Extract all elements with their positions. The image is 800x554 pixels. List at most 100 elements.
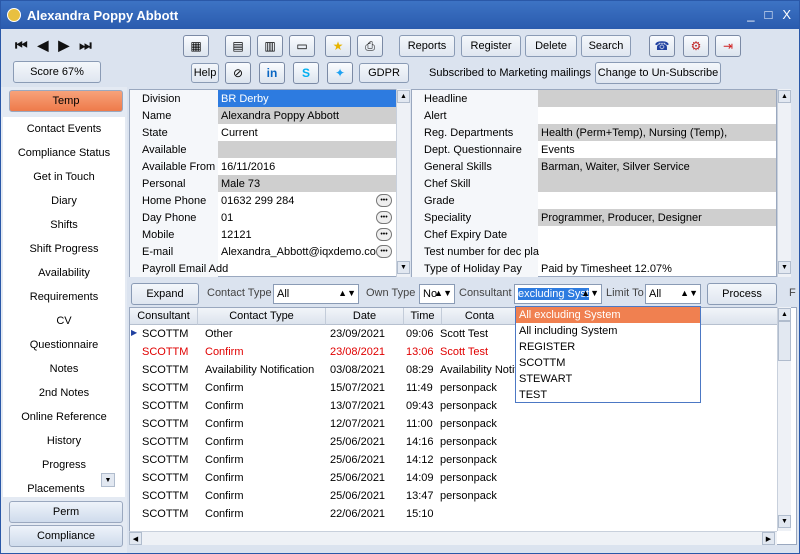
scroll-down-icon[interactable]: ▼: [397, 261, 410, 274]
sidebar-item-online-reference[interactable]: Online Reference: [3, 405, 125, 429]
dropdown-option[interactable]: SCOTTM: [516, 355, 700, 371]
field-value[interactable]: Barman, Waiter, Silver Service: [538, 158, 776, 175]
scroll-down-icon[interactable]: ▼: [778, 515, 791, 528]
help-button[interactable]: Help: [191, 63, 219, 83]
field-value[interactable]: Paid by Timesheet 12.07%: [538, 260, 776, 277]
star-icon[interactable]: ★: [325, 35, 351, 57]
dropdown-option[interactable]: TEST: [516, 387, 700, 403]
field-value[interactable]: 12121: [218, 226, 396, 243]
column-header-conta[interactable]: Conta: [442, 308, 518, 325]
score-button[interactable]: Score 67%: [13, 61, 101, 83]
field-value[interactable]: Current: [218, 124, 396, 141]
tab-compliance[interactable]: Compliance: [9, 525, 123, 547]
field-value[interactable]: [538, 226, 776, 243]
minimize-button[interactable]: _: [747, 7, 754, 22]
field-value[interactable]: [218, 260, 396, 277]
contact-type-select[interactable]: All ▲▼: [273, 284, 359, 304]
list-scrollbar[interactable]: ▲ ▼: [777, 307, 791, 531]
field-value[interactable]: 01: [218, 209, 396, 226]
scroll-up-icon[interactable]: ▲: [778, 90, 791, 103]
scroll-up-icon[interactable]: ▲: [778, 308, 791, 321]
table-row[interactable]: SCOTTM Confirm 25/06/2021 14:16 personpack: [130, 434, 780, 452]
linkedin-icon[interactable]: in: [259, 62, 285, 84]
gdpr-button[interactable]: GDPR: [359, 63, 409, 83]
more-options-icon[interactable]: •••: [376, 245, 392, 258]
field-value[interactable]: [538, 90, 776, 107]
table-row[interactable]: SCOTTM Confirm 22/06/2021 15:10: [130, 506, 780, 524]
reports-button[interactable]: Reports: [399, 35, 455, 57]
field-value[interactable]: [218, 141, 396, 158]
scroll-left-icon[interactable]: ◀: [129, 532, 142, 545]
exit-icon[interactable]: ⇥: [715, 35, 741, 57]
user-settings-icon[interactable]: ⚙: [683, 35, 709, 57]
process-button[interactable]: Process: [707, 283, 777, 305]
dropdown-option[interactable]: All including System: [516, 323, 700, 339]
sidebar-item-shifts[interactable]: Shifts: [3, 213, 125, 237]
field-value[interactable]: Alexandra_Abbott@iqxdemo.co.: [218, 243, 396, 260]
more-options-icon[interactable]: •••: [376, 228, 392, 241]
phone-icon[interactable]: ☎: [649, 35, 675, 57]
field-value[interactable]: BR Derby: [218, 90, 396, 107]
consultant-select[interactable]: excluding Syst ▲▼: [514, 284, 602, 304]
table-row[interactable]: SCOTTM Confirm 25/06/2021 14:12 personpack: [130, 452, 780, 470]
twitter-icon[interactable]: ✦: [327, 62, 353, 84]
details-scrollbar[interactable]: ▲ ▼: [396, 89, 410, 277]
field-value[interactable]: [538, 243, 776, 260]
sidebar-item-availability[interactable]: Availability: [3, 261, 125, 285]
sidebar-item-requirements[interactable]: Requirements: [3, 285, 125, 309]
more-options-icon[interactable]: •••: [376, 194, 392, 207]
calculator-icon[interactable]: ▦: [183, 35, 209, 57]
field-value[interactable]: Events: [538, 141, 776, 158]
field-value[interactable]: [538, 192, 776, 209]
skype-icon[interactable]: S: [293, 62, 319, 84]
search-button[interactable]: Search: [581, 35, 631, 57]
tab-temp[interactable]: Temp: [9, 90, 123, 112]
column-header-consultant[interactable]: Consultant: [130, 308, 198, 325]
field-value[interactable]: Male 73: [218, 175, 396, 192]
delete-button[interactable]: Delete: [525, 35, 577, 57]
table-row[interactable]: SCOTTM Confirm 12/07/2021 11:00 personpack: [130, 416, 780, 434]
field-value[interactable]: 01632 299 284: [218, 192, 396, 209]
expand-button[interactable]: Expand: [131, 283, 199, 305]
field-value[interactable]: 16/11/2016: [218, 158, 396, 175]
sidebar-item-history[interactable]: History: [3, 429, 125, 453]
first-record-icon[interactable]: ⏮: [15, 37, 28, 54]
sidebar-item-compliance-status[interactable]: Compliance Status: [3, 141, 125, 165]
info-scrollbar[interactable]: ▲ ▼: [777, 89, 791, 277]
scroll-up-icon[interactable]: ▲: [397, 90, 410, 103]
sidebar-item-cv[interactable]: CV: [3, 309, 125, 333]
field-value[interactable]: [538, 107, 776, 124]
sidebar-item-questionnaire[interactable]: Questionnaire: [3, 333, 125, 357]
note-icon[interactable]: ▭: [289, 35, 315, 57]
chevron-down-icon[interactable]: ▼: [101, 473, 115, 487]
list-horizontal-scrollbar[interactable]: ◀ ▶: [129, 531, 777, 545]
sidebar-item-contact-events[interactable]: Contact Events: [3, 117, 125, 141]
scroll-thumb[interactable]: [778, 321, 791, 361]
limit-to-select[interactable]: All ▲▼: [645, 284, 701, 304]
last-record-icon[interactable]: ⏭: [79, 37, 92, 54]
sidebar-item-shift-progress[interactable]: Shift Progress: [3, 237, 125, 261]
table-row[interactable]: SCOTTM Confirm 25/06/2021 14:09 personpack: [130, 470, 780, 488]
sidebar-item-notes[interactable]: Notes: [3, 357, 125, 381]
tab-perm[interactable]: Perm: [9, 501, 123, 523]
close-button[interactable]: X: [782, 7, 791, 22]
field-value[interactable]: Alexandra Poppy Abbott: [218, 107, 396, 124]
previous-record-icon[interactable]: ◀: [38, 37, 49, 54]
next-record-icon[interactable]: ▶: [58, 37, 69, 54]
field-value[interactable]: Programmer, Producer, Designer: [538, 209, 776, 226]
register-button[interactable]: Register: [461, 35, 521, 57]
column-header-time[interactable]: Time: [404, 308, 442, 325]
column-header-contact type[interactable]: Contact Type: [198, 308, 326, 325]
dropdown-option[interactable]: STEWART: [516, 371, 700, 387]
dropdown-option[interactable]: All excluding System: [516, 307, 700, 323]
no-contact-icon[interactable]: ⊘: [225, 62, 251, 84]
dropdown-option[interactable]: REGISTER: [516, 339, 700, 355]
print-icon[interactable]: ⎙: [357, 35, 383, 57]
table-row[interactable]: SCOTTM Confirm 25/06/2021 13:47 personpack: [130, 488, 780, 506]
own-type-select[interactable]: No ▲▼: [419, 284, 455, 304]
sidebar-item-diary[interactable]: Diary: [3, 189, 125, 213]
calendar-icon[interactable]: ▥: [257, 35, 283, 57]
column-header-date[interactable]: Date: [326, 308, 404, 325]
maximize-button[interactable]: □: [764, 7, 772, 22]
field-value[interactable]: [538, 175, 776, 192]
